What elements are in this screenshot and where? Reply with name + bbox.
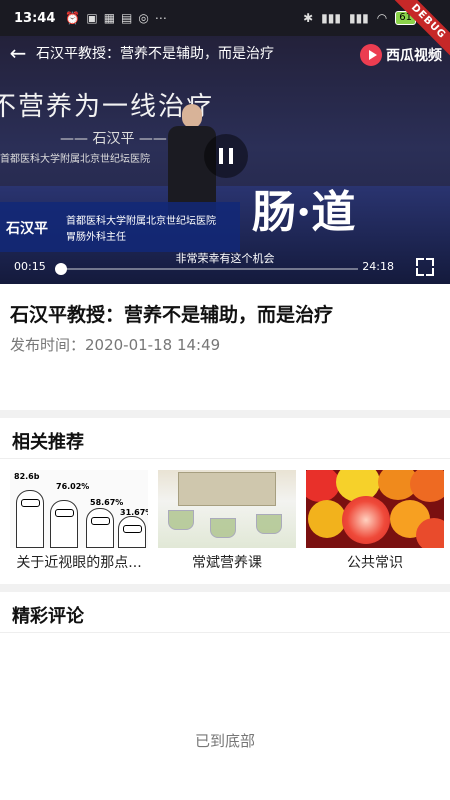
video-controls: 00:15 24:18: [0, 254, 450, 284]
progress-bar[interactable]: [55, 263, 358, 275]
xigua-brand: 西瓜视频: [360, 44, 442, 66]
chat-icon: ▣: [86, 11, 98, 25]
message-icon: ▤: [121, 11, 133, 25]
total-time: 24:18: [362, 260, 394, 273]
fullscreen-button[interactable]: [416, 258, 434, 276]
pause-icon: [219, 148, 223, 164]
xigua-logo-icon: [360, 44, 382, 66]
chart-percent: 82.6b: [14, 472, 40, 481]
qq-icon: ◎: [138, 11, 149, 25]
alarm-icon: ⏰: [65, 11, 81, 25]
publish-time: 发布时间：2020-01-18 14:49: [10, 336, 221, 354]
current-time: 00:15: [14, 260, 46, 273]
more-icon: ⋯: [154, 11, 167, 25]
video-banner-school: 首都医科大学附属北京世纪坛医院: [0, 154, 150, 165]
lower-third-department: 胃肠外科主任: [66, 232, 126, 243]
recommend-label: 常斌营养课: [192, 555, 262, 571]
heading-divider: [0, 632, 450, 633]
chart-percent: 58.67%: [90, 498, 124, 507]
video-title: 石汉平教授：营养不是辅助，而是治疗: [36, 46, 274, 62]
status-bar: 13:44 ⏰ ▣ ▦ ▤ ◎ ⋯ ✱ ▮▮▮ ▮▮▮ ◠ 61: [0, 0, 450, 36]
status-right: ✱ ▮▮▮ ▮▮▮ ◠ 61: [303, 0, 416, 36]
signal-2-icon: ▮▮▮: [348, 11, 369, 25]
calendar-icon: ▦: [103, 11, 116, 25]
wifi-icon: ◠: [376, 11, 388, 25]
progress-knob[interactable]: [55, 263, 67, 275]
recommend-list: 82.6b 76.02% 58.67% 31.67% 关于近视眼的那点... 常…: [0, 470, 450, 580]
recommend-heading: 相关推荐: [12, 432, 84, 453]
video-player[interactable]: 不营养为一线治疗 —— 石汉平 —— 首都医科大学附属北京世纪坛医院 肠·道 石…: [0, 36, 450, 284]
back-button[interactable]: ←: [0, 36, 36, 70]
video-logo-text: 肠·道: [252, 187, 356, 238]
recommend-card[interactable]: 公共常识: [306, 470, 444, 580]
recommend-thumbnail: [306, 470, 444, 548]
status-notification-icons: ⏰ ▣ ▦ ▤ ◎ ⋯: [65, 11, 166, 25]
article-info: 石汉平教授：营养不是辅助，而是治疗 发布时间：2020-01-18 14:49: [0, 284, 450, 408]
section-divider: [0, 584, 450, 592]
bluetooth-icon: ✱: [303, 11, 314, 25]
status-time: 13:44: [14, 10, 56, 26]
comments-heading: 精彩评论: [12, 606, 84, 627]
signal-icon: ▮▮▮: [321, 11, 341, 25]
chart-percent: 76.02%: [56, 482, 90, 491]
video-banner-sub: —— 石汉平 ——: [60, 131, 167, 147]
lower-third-name: 石汉平: [6, 221, 48, 237]
back-arrow-icon: ←: [9, 41, 27, 65]
recommend-thumbnail: [158, 470, 296, 548]
recommend-thumbnail: 82.6b 76.02% 58.67% 31.67%: [10, 470, 148, 548]
end-of-list-text: 已到底部: [194, 732, 255, 750]
section-divider: [0, 410, 450, 418]
brand-name: 西瓜视频: [386, 48, 442, 64]
recommend-label: 公共常识: [347, 555, 403, 571]
recommend-card[interactable]: 常斌营养课: [158, 470, 296, 580]
heading-divider: [0, 458, 450, 459]
recommend-card[interactable]: 82.6b 76.02% 58.67% 31.67% 关于近视眼的那点...: [10, 470, 148, 580]
pause-button[interactable]: [204, 134, 248, 178]
lower-third-hospital: 首都医科大学附属北京世纪坛医院: [66, 216, 216, 227]
article-title: 石汉平教授：营养不是辅助，而是治疗: [10, 304, 334, 326]
recommend-label: 关于近视眼的那点...: [16, 555, 142, 571]
